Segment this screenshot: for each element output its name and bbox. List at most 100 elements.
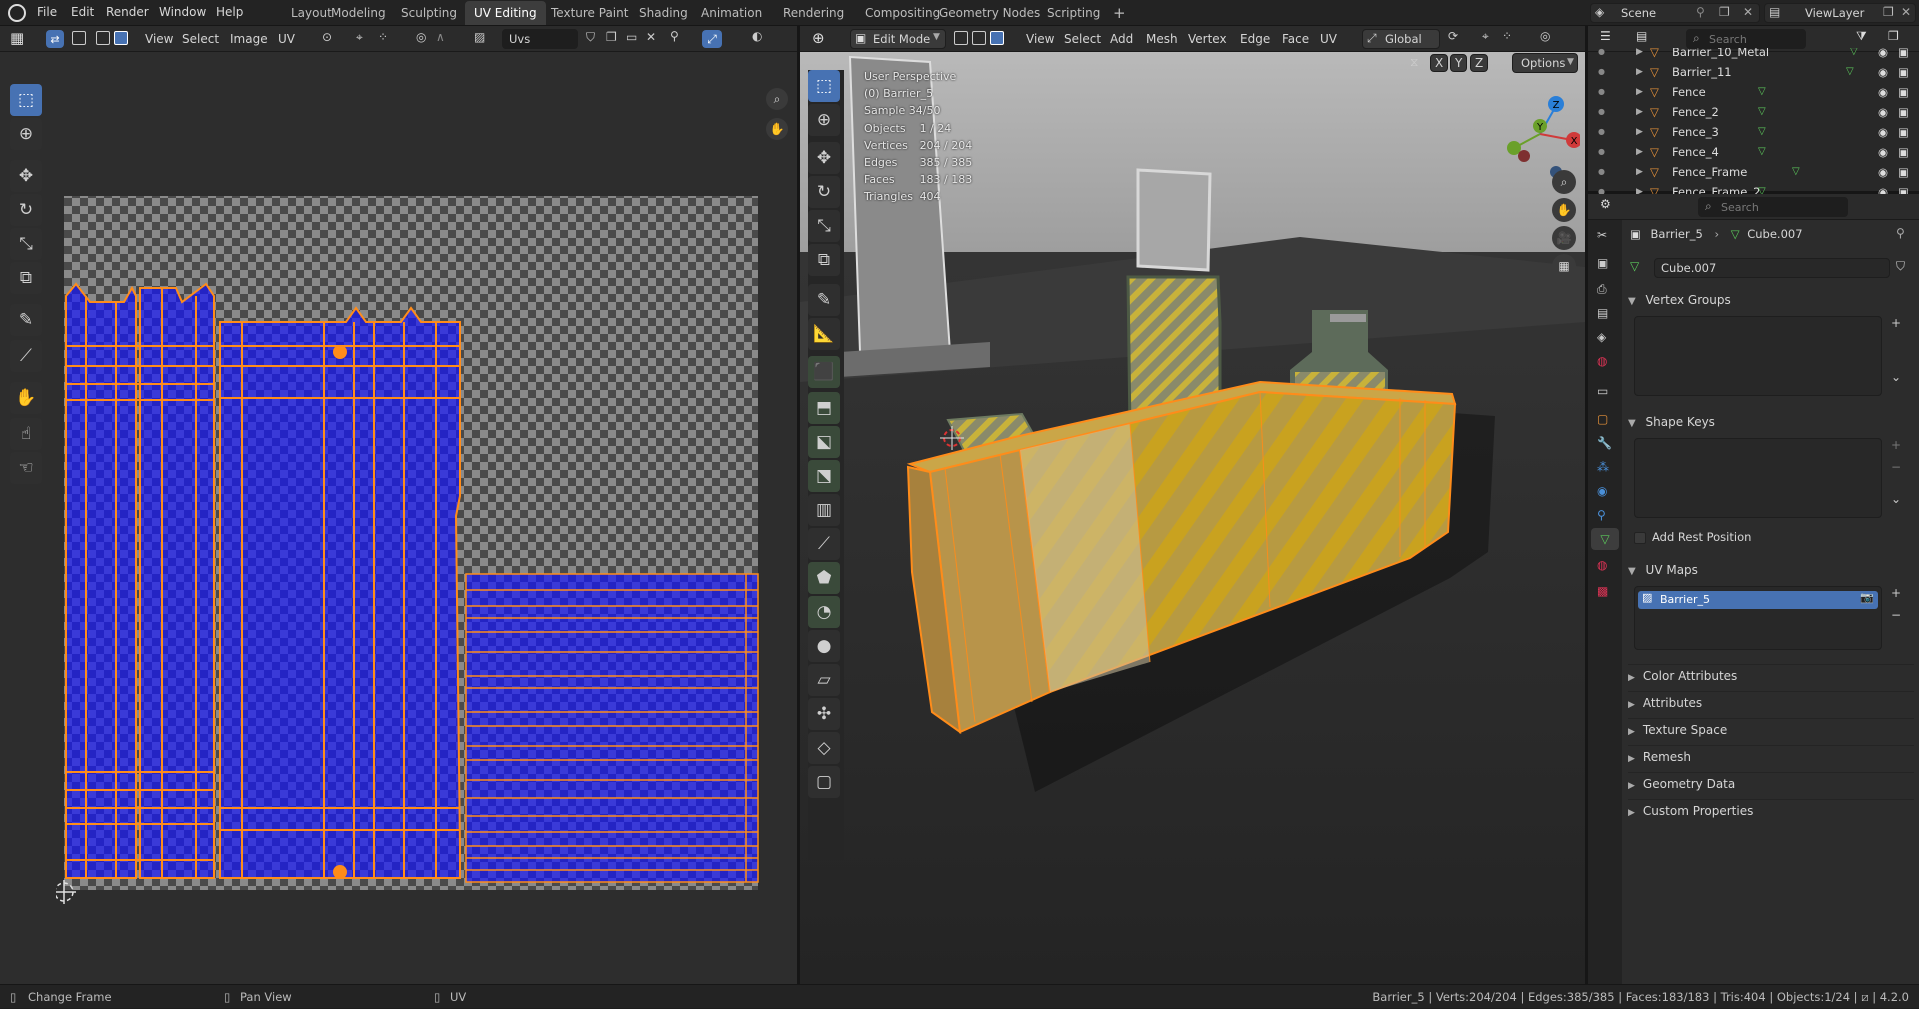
select-box-icon[interactable]: ⬚ bbox=[808, 70, 840, 102]
vertex-group-menu-button[interactable]: ⌄ bbox=[1886, 370, 1906, 390]
pivot-icon[interactable]: ⟳ bbox=[1448, 29, 1458, 43]
tab-rendering[interactable]: Rendering bbox=[774, 1, 853, 25]
remove-shape-key-button[interactable]: − bbox=[1886, 460, 1906, 480]
eye-icon[interactable]: ◉ bbox=[1878, 142, 1888, 162]
add-cube-icon[interactable]: ⬛ bbox=[808, 356, 840, 388]
mesh-data-icon[interactable]: ▽ bbox=[1758, 142, 1766, 162]
grab-icon[interactable]: ✋ bbox=[10, 382, 42, 414]
rotate-icon[interactable]: ↻ bbox=[10, 194, 42, 226]
move-icon[interactable]: ✥ bbox=[808, 142, 840, 174]
properties-editor-icon[interactable]: ⚙ bbox=[1600, 197, 1611, 211]
mirror-z-toggle[interactable]: Z bbox=[1470, 54, 1489, 72]
pan-icon[interactable]: ✋ bbox=[1552, 198, 1576, 222]
open-image-icon[interactable]: ▭ bbox=[626, 30, 637, 44]
outliner-row[interactable]: ● ▶ ▽ Fence_4 ▽ ◉ ▣ bbox=[1588, 142, 1919, 162]
pin-icon[interactable]: ⚲ bbox=[1896, 226, 1905, 240]
scale-icon[interactable]: ⤡ bbox=[10, 228, 42, 260]
zoom-icon[interactable]: ⌕ bbox=[1552, 170, 1576, 194]
outliner-search[interactable]: ⌕ Search bbox=[1686, 29, 1806, 49]
options-dropdown[interactable]: Options ▼ bbox=[1512, 53, 1578, 73]
object-tab-icon[interactable]: ▢ bbox=[1597, 412, 1608, 426]
outliner-editor-icon[interactable]: ☰ bbox=[1600, 29, 1611, 43]
mesh-data-icon[interactable]: ▽ bbox=[1850, 48, 1858, 62]
collapsed-panel-header[interactable]: ▶ Geometry Data bbox=[1628, 772, 1914, 794]
sync-selection-icon[interactable]: ⇄ bbox=[46, 30, 64, 48]
collapsed-panel-header[interactable]: ▶ Remesh bbox=[1628, 745, 1914, 767]
tab-uv-editing[interactable]: UV Editing bbox=[465, 1, 546, 25]
uv-menu-select[interactable]: Select bbox=[176, 29, 225, 49]
world-tab-icon[interactable]: ◍ bbox=[1597, 354, 1607, 368]
scene-tab-icon[interactable]: ◈ bbox=[1597, 330, 1606, 344]
add-shape-key-button[interactable]: + bbox=[1886, 438, 1906, 458]
poly-build-icon[interactable]: ⬟ bbox=[808, 562, 840, 594]
outliner-row[interactable]: ● ▶ ▽ Fence_2 ▽ ◉ ▣ bbox=[1588, 102, 1919, 122]
camera-icon[interactable]: ▣ bbox=[1898, 82, 1909, 102]
mesh-data-icon[interactable]: ▽ bbox=[1758, 122, 1766, 142]
menu-help[interactable]: Help bbox=[211, 0, 248, 24]
outliner-row[interactable]: ● ▶ ▽ Barrier_11 ▽ ◉ ▣ bbox=[1588, 62, 1919, 82]
add-workspace-button[interactable]: + bbox=[1104, 1, 1135, 25]
tab-animation[interactable]: Animation bbox=[692, 1, 771, 25]
texture-tab-icon[interactable]: ▩ bbox=[1597, 584, 1608, 598]
edge-slide-icon[interactable]: ▱ bbox=[808, 664, 840, 696]
edge-select-icon[interactable] bbox=[96, 31, 110, 45]
camera-icon[interactable]: ▣ bbox=[1898, 62, 1909, 82]
menu-edit[interactable]: Edit bbox=[66, 0, 99, 24]
grid-snap-icon[interactable]: ⁘ bbox=[378, 30, 388, 44]
filter-icon[interactable]: ⧩ bbox=[1856, 29, 1867, 44]
edge-select-icon[interactable] bbox=[972, 31, 986, 45]
uv-menu-uv[interactable]: UV bbox=[272, 29, 301, 49]
add-vertex-group-button[interactable]: + bbox=[1886, 316, 1906, 336]
copy-icon[interactable]: ❐ bbox=[1719, 5, 1730, 19]
orientation-selector[interactable]: ⤢ Global bbox=[1362, 29, 1440, 49]
expand-arrow-icon[interactable]: ▶ bbox=[1636, 62, 1643, 82]
snap-icon[interactable]: ⌖ bbox=[356, 30, 363, 45]
mesh-type-icon[interactable]: ▽ bbox=[1630, 259, 1639, 273]
pivot-icon[interactable]: ⊙ bbox=[322, 30, 332, 44]
mesh-name-field[interactable]: Cube.007 bbox=[1654, 258, 1890, 278]
shape-keys-list[interactable] bbox=[1634, 438, 1882, 518]
face-select-icon[interactable] bbox=[114, 31, 128, 45]
camera-icon[interactable]: 🎥 bbox=[1552, 226, 1576, 250]
knife-icon[interactable]: ⟋ bbox=[808, 528, 840, 560]
loop-cut-icon[interactable]: ▥ bbox=[808, 494, 840, 526]
vp-menu-mesh[interactable]: Mesh bbox=[1140, 29, 1184, 49]
menu-file[interactable]: File bbox=[32, 0, 62, 24]
smooth-icon[interactable]: ● bbox=[808, 630, 840, 662]
relax-icon[interactable]: ☝ bbox=[10, 418, 42, 450]
vp-menu-edge[interactable]: Edge bbox=[1234, 29, 1276, 49]
face-select-icon[interactable] bbox=[990, 31, 1004, 45]
camera-icon[interactable]: ▣ bbox=[1898, 142, 1909, 162]
measure-icon[interactable]: 📐 bbox=[808, 318, 840, 350]
tab-shading[interactable]: Shading bbox=[630, 1, 697, 25]
mesh-data-icon[interactable]: ▽ bbox=[1758, 82, 1766, 102]
menu-window[interactable]: Window bbox=[154, 0, 211, 24]
properties-search[interactable]: ⌕ Search bbox=[1698, 197, 1848, 217]
shear-icon[interactable]: ◇ bbox=[808, 732, 840, 764]
tab-modeling[interactable]: Modeling bbox=[322, 1, 395, 25]
breadcrumb-mesh[interactable]: Cube.007 bbox=[1747, 227, 1802, 241]
blender-logo-icon[interactable] bbox=[8, 4, 26, 22]
expand-arrow-icon[interactable]: ▶ bbox=[1636, 82, 1643, 102]
pinch-icon[interactable]: ☜ bbox=[10, 452, 42, 484]
camera-icon[interactable]: ▣ bbox=[1898, 162, 1909, 182]
bevel-icon[interactable]: ⬔ bbox=[808, 460, 840, 492]
uv-menu-image[interactable]: Image bbox=[224, 29, 274, 49]
uv-canvas[interactable] bbox=[56, 166, 766, 906]
editor-type-icon[interactable]: ▦ bbox=[10, 29, 24, 47]
add-rest-position-checkbox[interactable] bbox=[1634, 532, 1646, 544]
spin-icon[interactable]: ◔ bbox=[808, 596, 840, 628]
outliner-row[interactable]: ● ▶ ▽ Fence_3 ▽ ◉ ▣ bbox=[1588, 122, 1919, 142]
annotate-icon[interactable]: ✎ bbox=[808, 284, 840, 316]
tab-geometry-nodes[interactable]: Geometry Nodes bbox=[930, 1, 1049, 25]
render-camera-icon[interactable]: 📷 bbox=[1860, 591, 1874, 604]
mesh-data-icon[interactable]: ▽ bbox=[1758, 182, 1766, 194]
outliner-row[interactable]: ● ▶ ▽ Fence_Frame_2 ▽ ◉ ▣ bbox=[1588, 182, 1919, 194]
copy-icon[interactable]: ❐ bbox=[1883, 5, 1894, 19]
pin-icon[interactable]: ⚲ bbox=[1696, 5, 1705, 19]
pin-icon[interactable]: ⚲ bbox=[670, 29, 679, 43]
perspective-icon[interactable]: ▦ bbox=[1552, 254, 1576, 278]
expand-arrow-icon[interactable]: ▶ bbox=[1636, 162, 1643, 182]
tab-scripting[interactable]: Scripting bbox=[1038, 1, 1109, 25]
shrink-fatten-icon[interactable]: ✣ bbox=[808, 698, 840, 730]
